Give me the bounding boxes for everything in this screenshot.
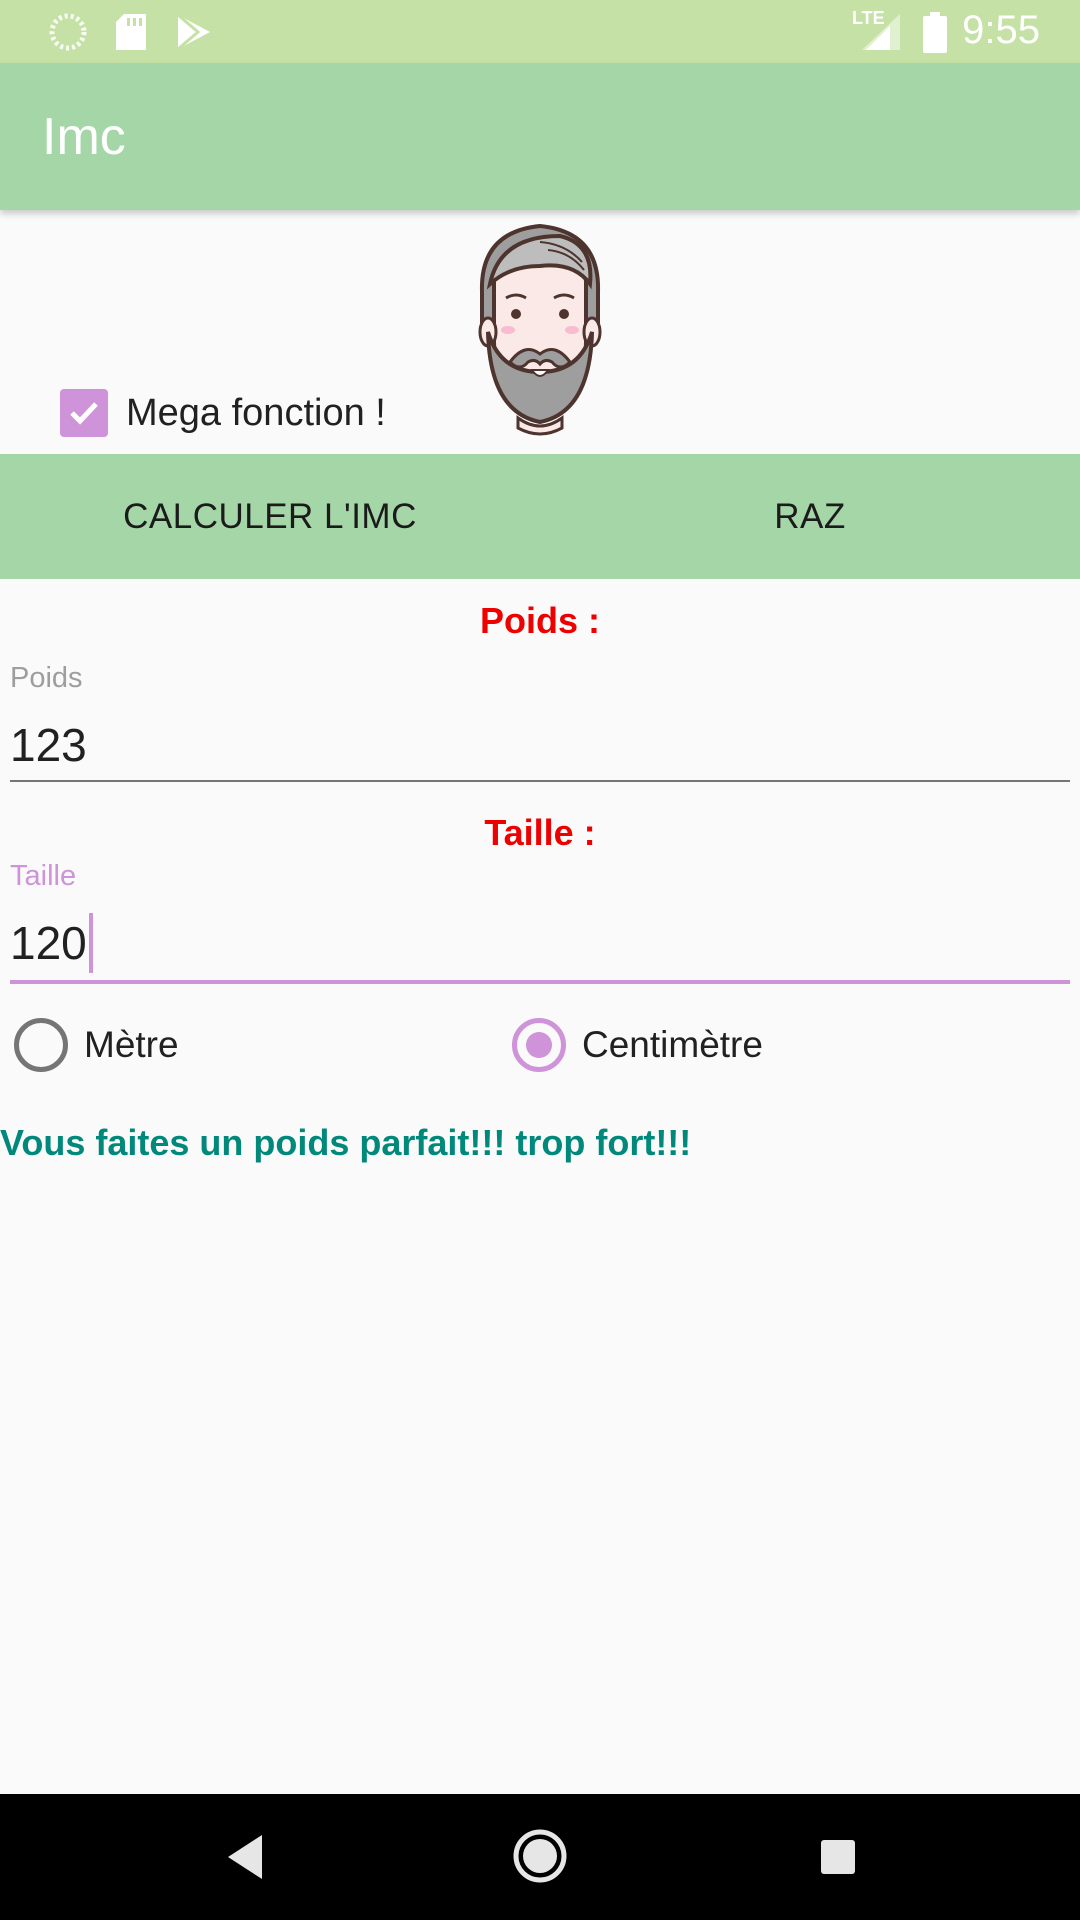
radio-centimetre[interactable]: Centimètre bbox=[512, 1018, 763, 1072]
app-screen: LTE 9:55 Imc Mega fonction ! CALCULER L'… bbox=[0, 0, 1080, 1920]
weight-field[interactable]: Poids 123 bbox=[10, 662, 1070, 784]
play-store-icon bbox=[177, 13, 210, 51]
weight-hint: Poids bbox=[10, 662, 83, 694]
status-time: 9:55 bbox=[962, 8, 1040, 52]
navigation-bar bbox=[0, 1794, 1080, 1920]
height-section-label: Taille : bbox=[484, 812, 596, 853]
home-icon[interactable] bbox=[511, 1824, 569, 1888]
radio-metre[interactable]: Mètre bbox=[14, 1018, 179, 1072]
signal-icon bbox=[862, 14, 900, 50]
weight-section-label: Poids : bbox=[479, 600, 600, 641]
radio-dot bbox=[526, 1032, 552, 1058]
back-icon[interactable] bbox=[220, 1829, 270, 1885]
height-input[interactable]: 120 bbox=[10, 913, 1070, 973]
height-field[interactable]: Taille 120 bbox=[10, 860, 1070, 986]
battery-icon bbox=[923, 12, 947, 53]
bearded-man-avatar bbox=[478, 223, 602, 436]
recents-icon[interactable] bbox=[818, 1834, 858, 1880]
checkbox-checked-icon[interactable] bbox=[60, 389, 108, 437]
status-bar: LTE 9:55 bbox=[0, 0, 1080, 63]
radio-metre-label: Mètre bbox=[84, 1024, 179, 1065]
text-cursor bbox=[88, 913, 93, 973]
app-bar: Imc bbox=[0, 63, 1080, 210]
weight-value: 123 bbox=[10, 719, 87, 771]
app-title: Imc bbox=[42, 108, 126, 166]
radio-checked-icon[interactable] bbox=[512, 1018, 566, 1072]
radio-unchecked-icon[interactable] bbox=[14, 1018, 68, 1072]
bmi-result-text: Vous faites un poids parfait!!! trop for… bbox=[0, 1122, 692, 1163]
reset-button[interactable]: RAZ bbox=[540, 454, 1080, 579]
height-hint: Taille bbox=[10, 860, 77, 892]
calculate-button[interactable]: CALCULER L'IMC bbox=[0, 454, 540, 579]
loading-icon bbox=[49, 13, 87, 51]
height-value: 120 bbox=[10, 917, 87, 969]
sd-card-icon bbox=[116, 14, 146, 50]
button-bar: CALCULER L'IMC RAZ bbox=[0, 454, 1080, 579]
mega-function-checkbox[interactable]: Mega fonction ! bbox=[60, 388, 386, 438]
weight-underline bbox=[10, 780, 1070, 782]
checkbox-label: Mega fonction ! bbox=[126, 391, 386, 434]
weight-input[interactable]: 123 bbox=[10, 715, 1070, 775]
height-underline bbox=[10, 980, 1070, 984]
radio-centimetre-label: Centimètre bbox=[582, 1024, 763, 1065]
